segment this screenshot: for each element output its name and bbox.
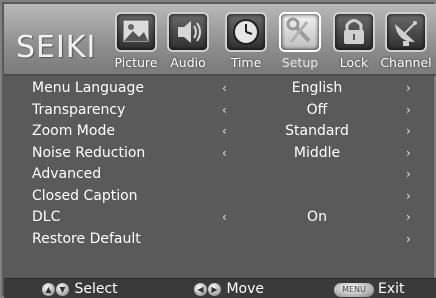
setting-advanced[interactable]: Advanced › [2, 164, 436, 186]
left-arrow-icon: ◀ [194, 283, 207, 296]
tab-audio-label: Audio [170, 55, 206, 70]
setting-label: Advanced [32, 166, 102, 182]
menu-header: SEIKI Picture Audio Time Setup Lock Chan… [4, 4, 436, 76]
setting-noise-reduction[interactable]: Noise Reduction ‹ Middle › [2, 143, 436, 165]
right-arrow-icon[interactable]: › [406, 210, 411, 224]
left-arrow-icon[interactable]: ‹ [222, 124, 227, 138]
left-arrow-icon[interactable]: ‹ [222, 103, 227, 117]
setup-icon [279, 12, 321, 52]
up-arrow-icon: ▲ [42, 283, 55, 296]
select-hint-label: Select [74, 281, 118, 297]
clock-icon [225, 12, 267, 52]
settings-list: Menu Language ‹ English › Transparency ‹… [2, 78, 436, 250]
setting-label: Restore Default [32, 230, 141, 247]
setting-label: Menu Language [32, 80, 144, 96]
setting-value: Middle [293, 144, 341, 161]
satellite-dish-icon [385, 12, 427, 52]
setting-value: Standard [285, 123, 349, 139]
select-hint: ▲ ▼ Select [42, 281, 118, 297]
move-hint: ◀ ▶ Move [194, 281, 264, 297]
right-arrow-icon[interactable]: › [406, 103, 411, 117]
tab-channel-label: Channel [380, 55, 432, 70]
setting-dlc[interactable]: DLC ‹ On › [2, 207, 436, 229]
tab-time-label: Time [230, 55, 262, 70]
left-arrow-icon[interactable]: ‹ [222, 146, 227, 160]
right-arrow-icon[interactable]: › [406, 232, 411, 246]
tab-lock[interactable]: Lock [328, 12, 380, 74]
tab-lock-label: Lock [339, 55, 369, 70]
setting-closed-caption[interactable]: Closed Caption › [2, 186, 436, 208]
exit-hint: MENU Exit [334, 281, 405, 297]
tab-setup[interactable]: Setup [274, 12, 326, 74]
tab-picture[interactable]: Picture [110, 12, 162, 74]
setting-value: Off [306, 101, 328, 118]
tab-setup-label: Setup [281, 55, 319, 70]
setting-value: English [291, 80, 343, 96]
setting-label: DLC [32, 209, 61, 225]
footer-hint-bar: ▲ ▼ Select ◀ ▶ Move MENU Exit [4, 278, 436, 298]
right-arrow-icon[interactable]: › [406, 167, 411, 181]
right-arrow-icon[interactable]: › [406, 124, 411, 138]
setting-restore-default[interactable]: Restore Default › [2, 229, 436, 251]
tab-audio[interactable]: Audio [162, 12, 214, 74]
tab-channel[interactable]: Channel [380, 12, 432, 74]
tab-time[interactable]: Time [220, 12, 272, 74]
menu-button-icon: MENU [334, 283, 374, 297]
move-hint-label: Move [226, 281, 264, 297]
setting-zoom-mode[interactable]: Zoom Mode ‹ Standard › [2, 121, 436, 143]
left-arrow-icon[interactable]: ‹ [222, 81, 227, 95]
right-arrow-icon[interactable]: › [406, 81, 411, 95]
setting-label: Zoom Mode [32, 123, 115, 139]
tab-picture-label: Picture [114, 55, 158, 70]
setting-value: On [307, 209, 327, 225]
setting-label: Closed Caption [32, 187, 138, 204]
picture-icon [115, 12, 157, 52]
padlock-icon [333, 12, 375, 52]
setting-menu-language[interactable]: Menu Language ‹ English › [2, 78, 436, 100]
brand-logo: SEIKI [16, 30, 97, 65]
setting-label: Noise Reduction [32, 144, 146, 161]
setting-label: Transparency [32, 101, 126, 118]
audio-icon [167, 12, 209, 52]
left-arrow-icon[interactable]: ‹ [222, 210, 227, 224]
tv-settings-menu: SEIKI Picture Audio Time Setup Lock Chan… [0, 0, 436, 298]
right-arrow-icon[interactable]: › [406, 189, 411, 203]
down-arrow-icon: ▼ [56, 283, 69, 296]
exit-hint-label: Exit [378, 281, 405, 297]
right-arrow-icon[interactable]: › [406, 146, 411, 160]
right-arrow-icon: ▶ [208, 283, 221, 296]
setting-transparency[interactable]: Transparency ‹ Off › [2, 100, 436, 122]
